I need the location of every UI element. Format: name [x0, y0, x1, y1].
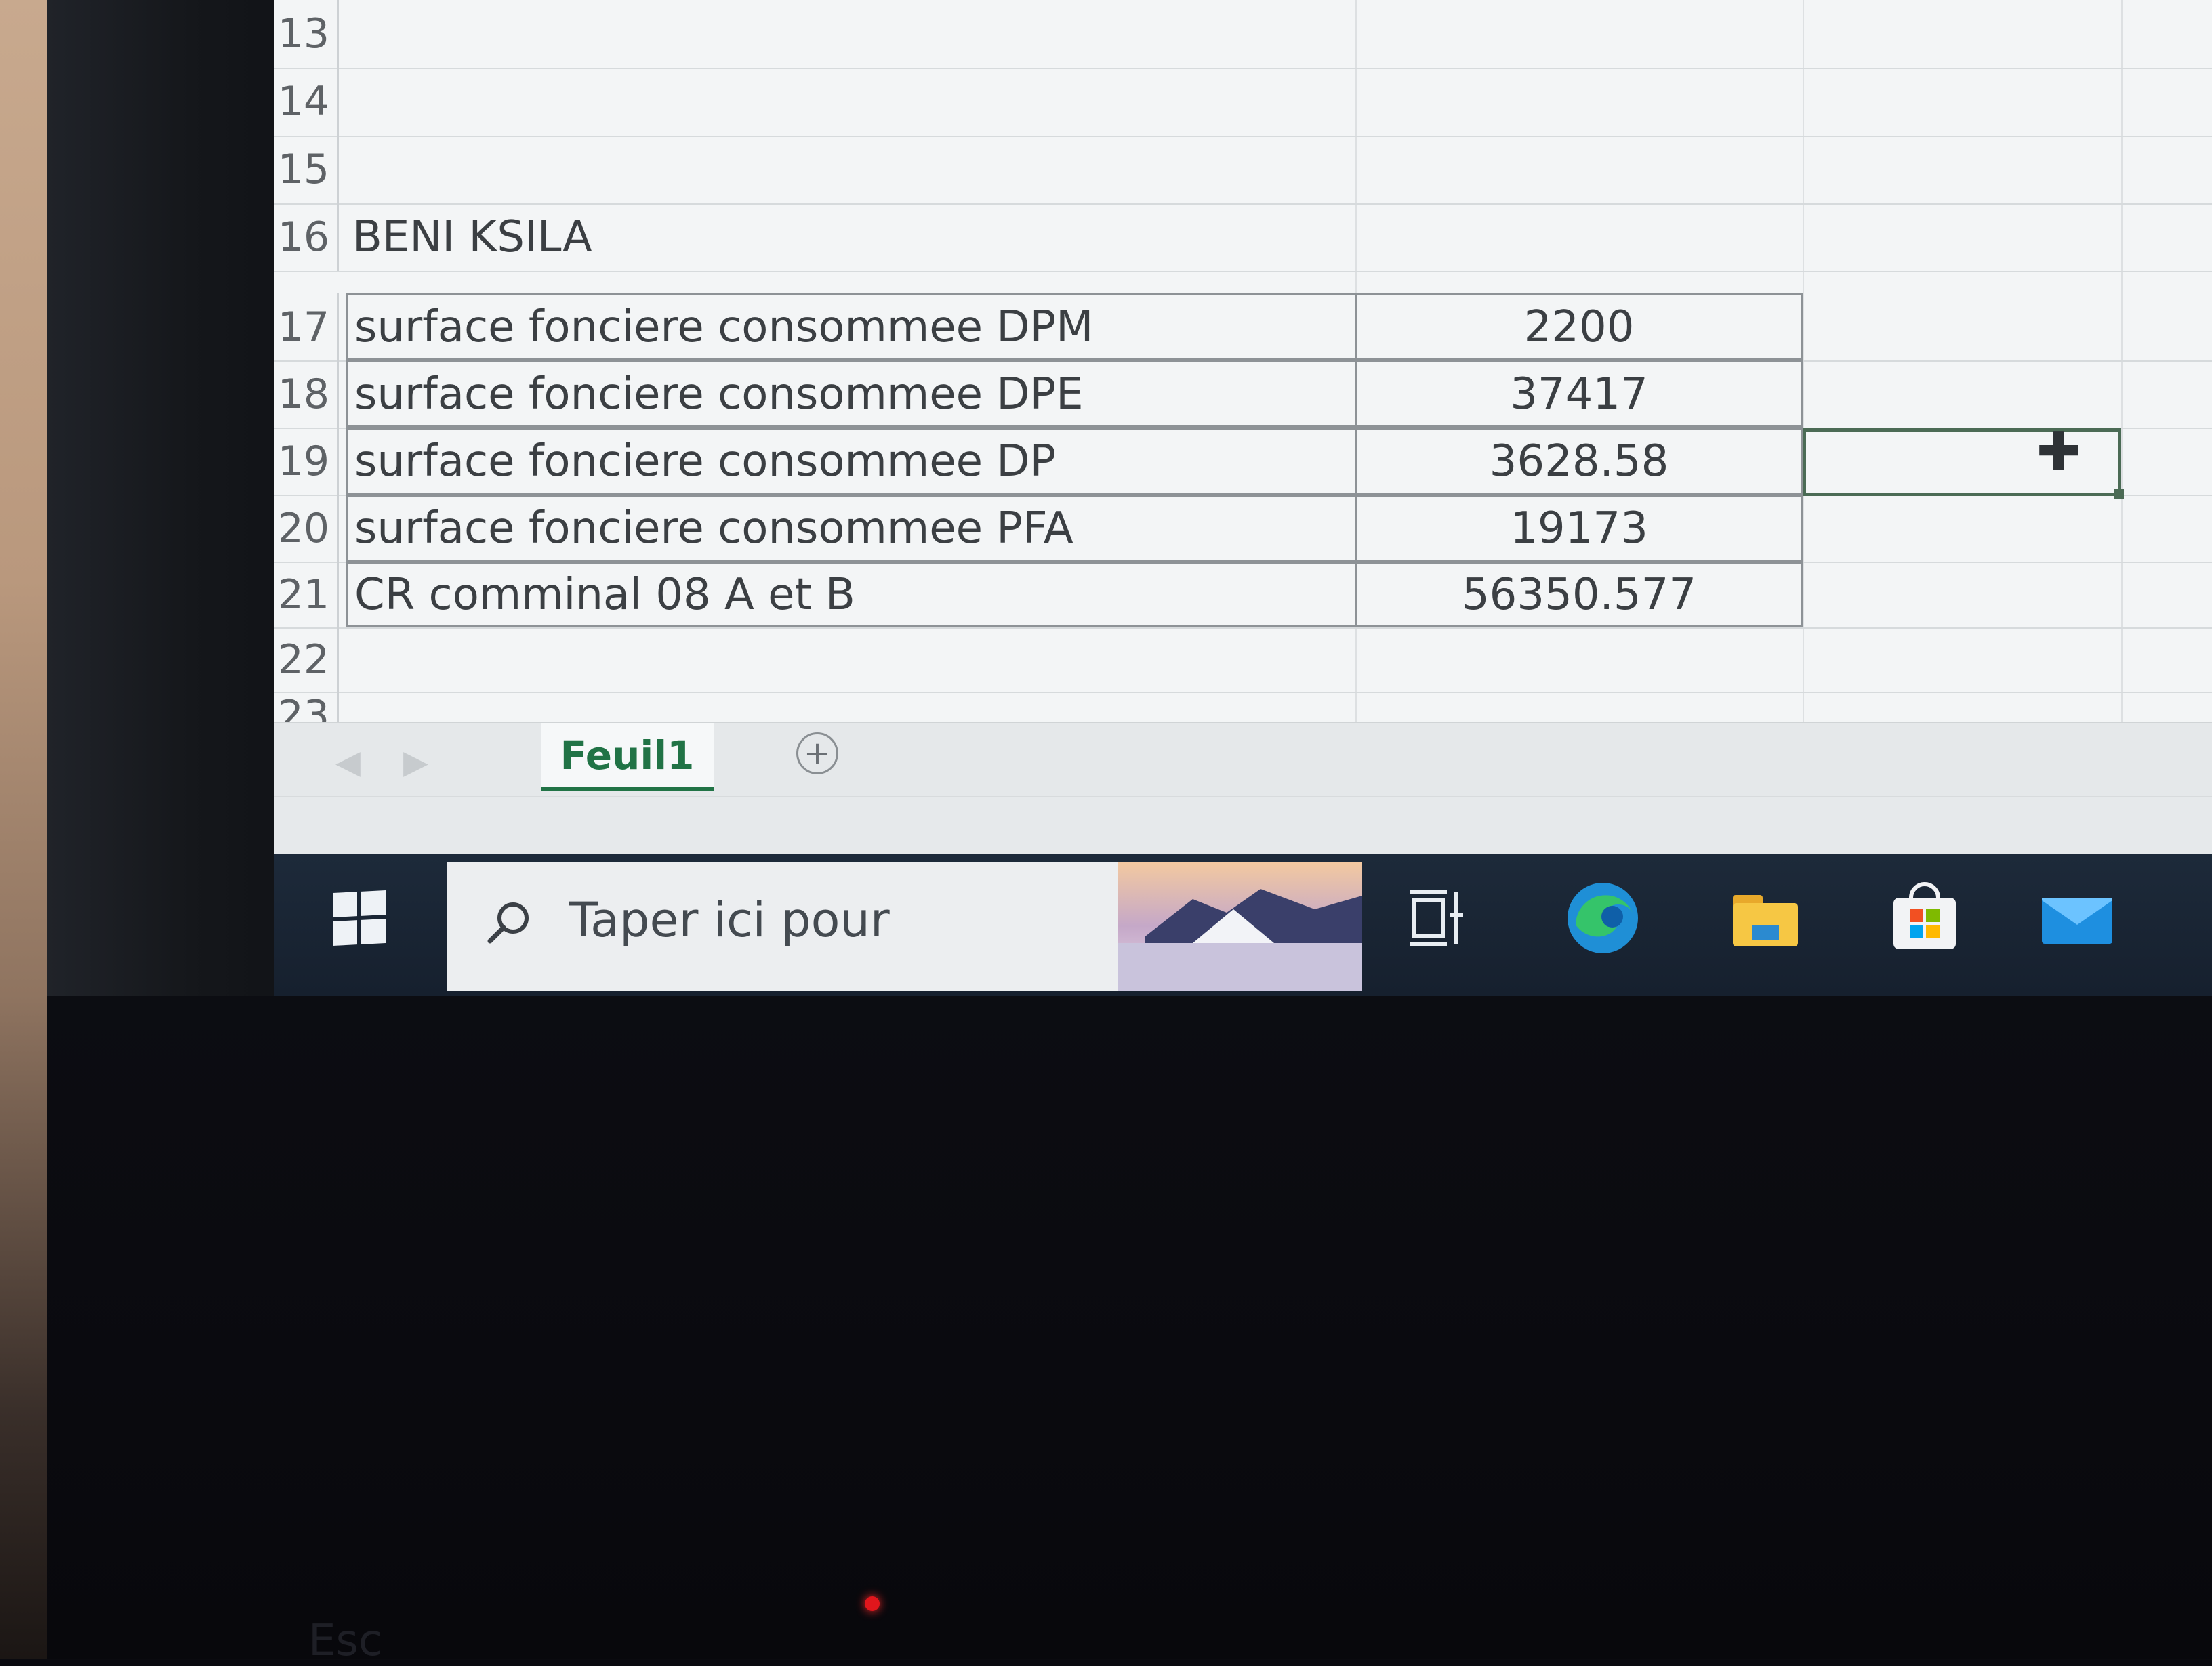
- row-header[interactable]: 20: [274, 495, 339, 562]
- power-led-indicator: [865, 1596, 880, 1611]
- cell-b[interactable]: 3628.58: [1355, 428, 1803, 495]
- cell-b[interactable]: [1355, 136, 1803, 203]
- windows-taskbar: Taper ici pour: [274, 854, 2212, 996]
- sheet-tab-bar: ◀ ▶ Feuil1 +: [274, 722, 2212, 797]
- status-bar: [274, 796, 2212, 855]
- cell-b[interactable]: 2200: [1355, 293, 1803, 360]
- row-header[interactable]: 14: [274, 68, 339, 136]
- cell-b[interactable]: 56350.577: [1355, 562, 1803, 627]
- cell-a[interactable]: [346, 68, 1355, 136]
- file-explorer-icon[interactable]: [1725, 877, 1806, 959]
- row-header[interactable]: 13: [274, 0, 339, 68]
- taskbar-search-input[interactable]: Taper ici pour: [447, 862, 1362, 991]
- cell-b[interactable]: [1355, 68, 1803, 136]
- table-row: 20 surface fonciere consommee PFA 19173: [274, 495, 2212, 563]
- cell-b[interactable]: [1355, 0, 1803, 68]
- sheet-scroll-left-icon[interactable]: ◀: [335, 743, 361, 781]
- windows-start-icon[interactable]: [274, 854, 444, 982]
- table-row: 17 surface fonciere consommee DPM 2200: [274, 293, 2212, 362]
- row-header[interactable]: 16: [274, 203, 339, 271]
- cell-a[interactable]: surface fonciere consommee DP: [346, 428, 1355, 495]
- spreadsheet-grid: 13 14 15 16 BENI KSILA 17 surface foncie…: [274, 0, 2212, 723]
- search-highlight-landscape-icon: [1118, 862, 1362, 991]
- add-sheet-button[interactable]: +: [796, 732, 838, 774]
- cell-a[interactable]: CR comminal 08 A et B: [346, 562, 1355, 627]
- table-row: 14: [274, 68, 2212, 137]
- row-header[interactable]: 22: [274, 627, 339, 692]
- cell-a[interactable]: surface fonciere consommee DPM: [346, 293, 1355, 360]
- table-row: 18 surface fonciere consommee DPE 37417: [274, 360, 2212, 429]
- table-row: 16 BENI KSILA: [274, 203, 2212, 272]
- search-icon: [487, 902, 529, 944]
- edge-browser-icon[interactable]: [1562, 877, 1643, 959]
- cell-a[interactable]: BENI KSILA: [346, 203, 1355, 271]
- cell-a[interactable]: [346, 0, 1355, 68]
- search-placeholder: Taper ici pour: [569, 892, 890, 948]
- cell-a[interactable]: surface fonciere consommee PFA: [346, 495, 1355, 562]
- cell-b[interactable]: [1355, 692, 1803, 722]
- table-row: 13: [274, 0, 2212, 69]
- cell-a[interactable]: [346, 692, 1355, 722]
- table-row: 15: [274, 136, 2212, 205]
- table-row: 21 CR comminal 08 A et B 56350.577: [274, 562, 2212, 629]
- cell-b[interactable]: 37417: [1355, 360, 1803, 428]
- room-background: [0, 0, 47, 1659]
- row-header[interactable]: 23: [274, 692, 339, 722]
- laptop-bezel-left: [47, 0, 285, 996]
- row-header[interactable]: 15: [274, 136, 339, 203]
- row-header[interactable]: 18: [274, 360, 339, 428]
- row-header[interactable]: 17: [274, 293, 339, 360]
- cell-b[interactable]: [1355, 203, 1803, 271]
- cell-a[interactable]: [346, 627, 1355, 692]
- table-row: 22: [274, 627, 2212, 693]
- cell-a[interactable]: [346, 136, 1355, 203]
- sheet-scroll-right-icon[interactable]: ▶: [403, 743, 428, 781]
- mail-icon[interactable]: [2036, 877, 2118, 959]
- cell-b[interactable]: [1355, 627, 1803, 692]
- task-view-icon[interactable]: [1399, 877, 1481, 959]
- sheet-tab-feuil1[interactable]: Feuil1: [541, 723, 714, 791]
- laptop-bezel-bottom: [47, 996, 2212, 1659]
- cell-a[interactable]: surface fonciere consommee DPE: [346, 360, 1355, 428]
- microsoft-store-icon[interactable]: [1884, 877, 1965, 959]
- row-header[interactable]: 19: [274, 428, 339, 495]
- crosshair-cursor-icon: ✚: [2036, 421, 2081, 482]
- cell-b[interactable]: 19173: [1355, 495, 1803, 562]
- row-header[interactable]: 21: [274, 562, 339, 627]
- laptop-screen: 13 14 15 16 BENI KSILA 17 surface foncie…: [274, 0, 2212, 996]
- table-row: 23: [274, 692, 2212, 723]
- fill-handle[interactable]: [2114, 489, 2124, 499]
